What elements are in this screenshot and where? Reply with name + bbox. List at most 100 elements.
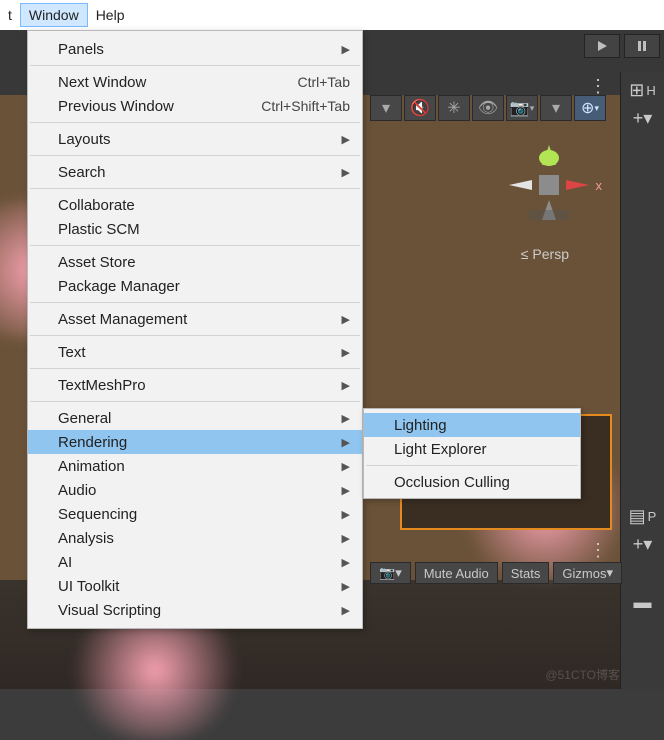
tool-gizmos-dropdown[interactable]: ▾ <box>540 95 572 121</box>
stats-button[interactable]: Stats <box>502 562 550 584</box>
menu-item-search[interactable]: Search▶ <box>28 160 362 184</box>
menu-item-visual-scripting[interactable]: Visual Scripting▶ <box>28 598 362 622</box>
grid-icon: ⊕ <box>581 98 594 118</box>
add-button[interactable]: +▾ <box>621 104 664 132</box>
menu-item-panels[interactable]: Panels▶ <box>28 37 362 61</box>
chevron-right-icon: ▶ <box>342 556 350 569</box>
play-button[interactable] <box>584 34 620 58</box>
menu-separator <box>30 188 360 189</box>
mute-audio-button[interactable]: Mute Audio <box>415 562 498 584</box>
tab-hierarchy-fragment[interactable]: ⊞ H <box>621 76 664 104</box>
menu-item-collaborate[interactable]: Collaborate <box>28 193 362 217</box>
menu-item-label: Search <box>58 164 106 181</box>
menu-item-next-window[interactable]: Next Window Ctrl+Tab <box>28 70 362 94</box>
menu-item-rendering[interactable]: Rendering ▶ <box>28 430 362 454</box>
rendering-submenu: Lighting Light Explorer Occlusion Culling <box>363 408 581 499</box>
menu-item-label: Analysis <box>58 530 114 547</box>
main-menu-bar: t Window Help <box>0 0 664 30</box>
menu-item-label: Package Manager <box>58 278 180 295</box>
pause-button[interactable] <box>624 34 660 58</box>
menu-item-label: Previous Window <box>58 98 174 115</box>
play-controls <box>584 34 660 58</box>
camera-icon: 📷 <box>510 98 530 118</box>
menu-item-label: Asset Store <box>58 254 136 271</box>
menu-item-fragment[interactable]: t <box>0 4 20 26</box>
menu-item-label: Sequencing <box>58 506 137 523</box>
camera-dropdown[interactable]: 📷 ▾ <box>370 562 411 584</box>
light-icon: ✳ <box>447 98 460 118</box>
menu-separator <box>366 465 578 466</box>
menu-item-label: TextMeshPro <box>58 377 146 394</box>
menu-separator <box>30 335 360 336</box>
menu-item-asset-management[interactable]: Asset Management▶ <box>28 307 362 331</box>
menu-item-label: Animation <box>58 458 125 475</box>
orientation-gizmo[interactable]: x <box>504 140 594 230</box>
tool-2d-icon[interactable]: 🔇 <box>404 95 436 121</box>
audio-off-icon: 🔇 <box>410 98 430 118</box>
menu-item-asset-store[interactable]: Asset Store <box>28 250 362 274</box>
right-panel: ⊞ H +▾ ▤ P +▾ ▬ <box>620 72 664 689</box>
menu-item-general[interactable]: General▶ <box>28 406 362 430</box>
menu-separator <box>30 65 360 66</box>
menu-item-ui-toolkit[interactable]: UI Toolkit ▶ <box>28 574 362 598</box>
menu-item-help[interactable]: Help <box>88 4 133 26</box>
menu-separator <box>30 401 360 402</box>
menu-item-plastic-scm[interactable]: Plastic SCM <box>28 217 362 241</box>
menu-item-label: Visual Scripting <box>58 602 161 619</box>
menu-item-window[interactable]: Window <box>20 3 88 27</box>
chevron-right-icon: ▶ <box>342 484 350 497</box>
chevron-right-icon: ▶ <box>342 346 350 359</box>
chevron-right-icon: ▶ <box>342 532 350 545</box>
submenu-item-label: Occlusion Culling <box>394 474 510 491</box>
menu-item-label: Rendering <box>58 434 127 451</box>
menu-item-audio[interactable]: Audio▶ <box>28 478 362 502</box>
chevron-right-icon: ▶ <box>342 580 350 593</box>
submenu-item-light-explorer[interactable]: Light Explorer <box>364 437 580 461</box>
menu-item-previous-window[interactable]: Previous Window Ctrl+Shift+Tab <box>28 94 362 118</box>
tool-grid-icon[interactable]: ⊕▾ <box>574 95 606 121</box>
folder-icon[interactable]: ▬ <box>621 588 664 616</box>
menu-item-label: Text <box>58 344 86 361</box>
chevron-right-icon: ▶ <box>342 313 350 326</box>
menu-item-text[interactable]: Text ▶ <box>28 340 362 364</box>
scene-footer-toolbar: 📷 ▾ Mute Audio Stats Gizmos ▾ <box>370 562 622 584</box>
projection-label[interactable]: ≤ Persp <box>521 246 569 262</box>
eye-off-icon: 👁 <box>478 98 498 118</box>
gizmos-dropdown[interactable]: Gizmos ▾ <box>553 562 622 584</box>
x-axis-label: x <box>596 178 603 193</box>
tool-camera-icon[interactable]: 📷▾ <box>506 95 538 121</box>
add-button[interactable]: +▾ <box>621 530 664 558</box>
tool-fx-icon[interactable]: 👁 <box>472 95 504 121</box>
menu-item-label: Layouts <box>58 131 111 148</box>
menu-shortcut: Ctrl+Tab <box>297 74 350 90</box>
submenu-item-lighting[interactable]: Lighting <box>364 413 580 437</box>
submenu-item-label: Lighting <box>394 417 447 434</box>
menu-shortcut: Ctrl+Shift+Tab <box>261 98 350 114</box>
watermark: @51CTO博客 <box>545 666 620 683</box>
chevron-right-icon: ▶ <box>342 508 350 521</box>
kebab-menu-icon[interactable]: ⋮ <box>589 540 608 561</box>
menu-separator <box>30 122 360 123</box>
menu-separator <box>30 302 360 303</box>
menu-item-label: Panels <box>58 41 104 58</box>
menu-item-textmeshpro[interactable]: TextMeshPro▶ <box>28 373 362 397</box>
menu-separator <box>30 368 360 369</box>
shading-mode-dropdown[interactable]: ▾ <box>370 95 402 121</box>
menu-item-animation[interactable]: Animation▶ <box>28 454 362 478</box>
menu-separator <box>30 245 360 246</box>
chevron-right-icon: ▶ <box>342 436 350 449</box>
submenu-item-occlusion-culling[interactable]: Occlusion Culling <box>364 470 580 494</box>
tab-project-fragment[interactable]: ▤ P <box>621 502 664 530</box>
menu-item-label: General <box>58 410 111 427</box>
menu-item-label: Next Window <box>58 74 146 91</box>
menu-item-analysis[interactable]: Analysis ▶ <box>28 526 362 550</box>
kebab-menu-icon[interactable]: ⋮ <box>589 76 608 97</box>
menu-item-ai[interactable]: AI▶ <box>28 550 362 574</box>
menu-item-package-manager[interactable]: Package Manager <box>28 274 362 298</box>
menu-item-label: UI Toolkit <box>58 578 119 595</box>
menu-item-sequencing[interactable]: Sequencing ▶ <box>28 502 362 526</box>
projection-icon: ≤ <box>521 246 529 262</box>
menu-item-layouts[interactable]: Layouts ▶ <box>28 127 362 151</box>
chevron-right-icon: ▶ <box>342 133 350 146</box>
tool-lighting-icon[interactable]: ✳ <box>438 95 470 121</box>
